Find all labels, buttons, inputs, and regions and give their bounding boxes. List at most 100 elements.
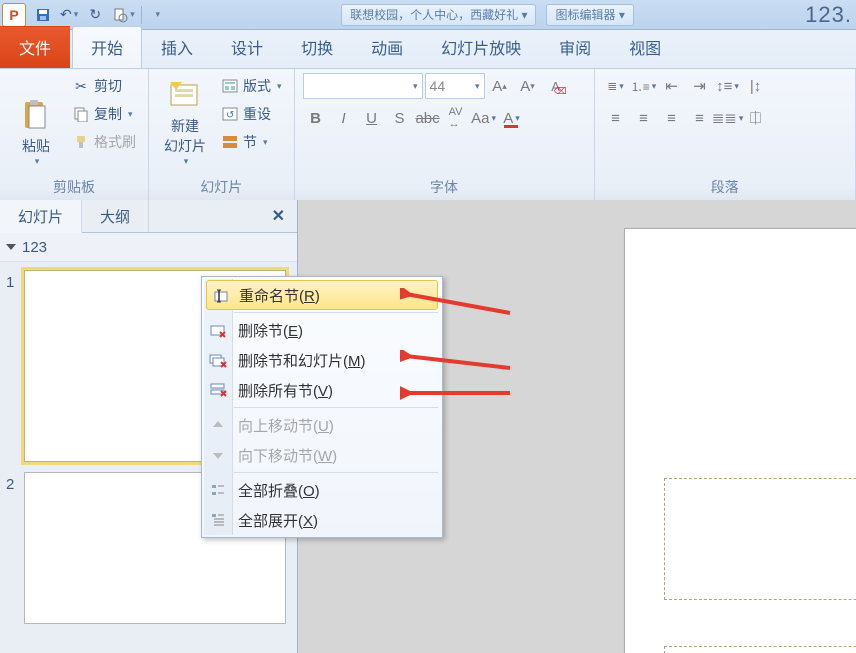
align-center-button[interactable]: ≡ <box>631 105 657 131</box>
shadow-button[interactable]: S <box>387 105 413 131</box>
menu-item-delete[interactable]: 删除节(E) <box>204 315 440 345</box>
font-name-combo[interactable]: ▾ <box>303 73 423 99</box>
delete-slides-icon <box>208 350 228 370</box>
group-font-label: 字体 <box>303 177 586 199</box>
menu-item-move-down: 向下移动节(W) <box>204 440 440 470</box>
title-tab-1-label: 联想校园，个人中心，西藏好礼 ▾ <box>350 6 527 23</box>
group-slides-label: 幻灯片 <box>157 177 286 199</box>
copy-button[interactable]: 复制 ▾ <box>68 101 140 127</box>
tab-animations-label: 动画 <box>371 41 403 58</box>
qat-redo[interactable]: ↻ <box>82 4 108 26</box>
slide-page[interactable] <box>624 228 856 653</box>
tab-view[interactable]: 视图 <box>610 26 680 68</box>
tab-review[interactable]: 审阅 <box>540 26 610 68</box>
tab-design-label: 设计 <box>231 41 263 58</box>
dropdown-arrow-icon: ▾ <box>35 156 40 167</box>
tab-transitions-label: 切换 <box>301 41 333 58</box>
tab-file[interactable]: 文件 <box>0 26 70 68</box>
paste-icon <box>19 98 53 132</box>
tab-animations[interactable]: 动画 <box>352 26 422 68</box>
paste-button[interactable]: 粘贴 ▾ <box>8 73 64 169</box>
group-paragraph: ≣▾ ⒈≡▾ ⇤ ⇥ ↕≡▾ |↕ ≡ ≡ ≡ ≡ ≣≣▾ ⎅ 段落 <box>595 69 856 201</box>
italic-button[interactable]: I <box>331 105 357 131</box>
title-tab-2[interactable]: 图标编辑器 ▾ <box>546 4 633 26</box>
font-color-button[interactable]: A▾ <box>499 105 525 131</box>
side-tabs: 幻灯片 大纲 ✕ <box>0 200 297 233</box>
layout-label: 版式 <box>243 76 271 96</box>
tab-home-label: 开始 <box>91 41 123 58</box>
section-label: 节 <box>243 132 257 152</box>
shrink-font-button[interactable]: A▾ <box>515 73 541 99</box>
tab-design[interactable]: 设计 <box>212 26 282 68</box>
cut-button[interactable]: ✂ 剪切 <box>68 73 140 99</box>
new-slide-label: 新建 幻灯片 <box>164 116 206 156</box>
grow-font-button[interactable]: A▴ <box>487 73 513 99</box>
qat-undo[interactable]: ↶▾ <box>56 4 82 26</box>
move-up-icon <box>208 415 228 435</box>
section-button[interactable]: 节 ▾ <box>217 129 286 155</box>
menu-separator <box>234 407 438 408</box>
underline-button[interactable]: U <box>359 105 385 131</box>
character-spacing-button[interactable]: AV↔ <box>443 105 469 131</box>
document-name: 123. <box>805 2 854 28</box>
menu-separator <box>234 472 438 473</box>
collapse-icon <box>6 244 16 250</box>
bullets-button[interactable]: ≣▾ <box>603 73 629 99</box>
justify-button[interactable]: ≡ <box>687 105 713 131</box>
section-header[interactable]: 123 <box>0 233 297 262</box>
numbering-button[interactable]: ⒈≡▾ <box>631 73 657 99</box>
menu-item-expand-all[interactable]: 全部展开(X) <box>204 505 440 535</box>
strikethrough-button[interactable]: abc <box>415 105 441 131</box>
menu-item-collapse-all[interactable]: 全部折叠(O) <box>204 475 440 505</box>
decrease-indent-button[interactable]: ⇤ <box>659 73 685 99</box>
close-panel-button[interactable]: ✕ <box>260 200 297 232</box>
group-slides: 新建 幻灯片 ▾ 版式 ▾ ↺ 重设 <box>149 69 295 201</box>
text-direction-button[interactable]: |↕ <box>743 73 769 99</box>
tab-slides-panel[interactable]: 幻灯片 <box>0 200 82 233</box>
title-tab-1[interactable]: 联想校园，个人中心，西藏好礼 ▾ <box>341 4 536 26</box>
content-placeholder[interactable] <box>665 647 856 653</box>
align-text-button[interactable]: ⎅ <box>743 105 769 131</box>
menu-item-label: 向下移动节(W) <box>238 445 337 466</box>
format-painter-label: 格式刷 <box>94 132 136 152</box>
align-right-button[interactable]: ≡ <box>659 105 685 131</box>
group-clipboard-label: 剪贴板 <box>8 177 140 199</box>
layout-icon <box>221 77 239 95</box>
qat-customize[interactable]: ▾ <box>144 4 170 26</box>
menu-item-label: 向上移动节(U) <box>238 415 334 436</box>
columns-button[interactable]: ≣≣▾ <box>715 105 741 131</box>
increase-indent-button[interactable]: ⇥ <box>687 73 713 99</box>
menu-item-label: 全部展开(X) <box>238 510 318 531</box>
section-icon <box>221 133 239 151</box>
qat-save[interactable] <box>30 4 56 26</box>
close-icon: ✕ <box>272 208 285 225</box>
tab-insert[interactable]: 插入 <box>142 26 212 68</box>
tab-review-label: 审阅 <box>559 41 591 58</box>
qat-print-preview[interactable]: ▾ <box>108 4 139 26</box>
qat-separator <box>141 6 142 24</box>
change-case-button[interactable]: Aa▾ <box>471 105 497 131</box>
reset-button[interactable]: ↺ 重设 <box>217 101 286 127</box>
format-painter-button[interactable]: 格式刷 <box>68 129 140 155</box>
layout-button[interactable]: 版式 ▾ <box>217 73 286 99</box>
font-size-combo[interactable]: 44▾ <box>425 73 485 99</box>
slide-number: 2 <box>6 472 24 493</box>
copy-label: 复制 <box>94 104 122 124</box>
tab-slideshow[interactable]: 幻灯片放映 <box>422 26 540 68</box>
svg-text:↺: ↺ <box>226 110 234 121</box>
app-icon: P <box>2 3 26 27</box>
tab-home[interactable]: 开始 <box>72 26 142 68</box>
tab-transitions[interactable]: 切换 <box>282 26 352 68</box>
scissors-icon: ✂ <box>72 77 90 95</box>
tab-outline-panel[interactable]: 大纲 <box>82 200 149 232</box>
tab-outline-panel-label: 大纲 <box>100 209 130 226</box>
align-left-button[interactable]: ≡ <box>603 105 629 131</box>
clear-formatting-button[interactable]: A⌫ <box>543 73 569 99</box>
tab-file-label: 文件 <box>19 41 51 58</box>
title-placeholder[interactable] <box>665 479 856 599</box>
delete-all-icon <box>208 380 228 400</box>
new-slide-button[interactable]: 新建 幻灯片 ▾ <box>157 73 213 169</box>
line-spacing-button[interactable]: ↕≡▾ <box>715 73 741 99</box>
bold-button[interactable]: B <box>303 105 329 131</box>
group-paragraph-label: 段落 <box>603 177 847 199</box>
